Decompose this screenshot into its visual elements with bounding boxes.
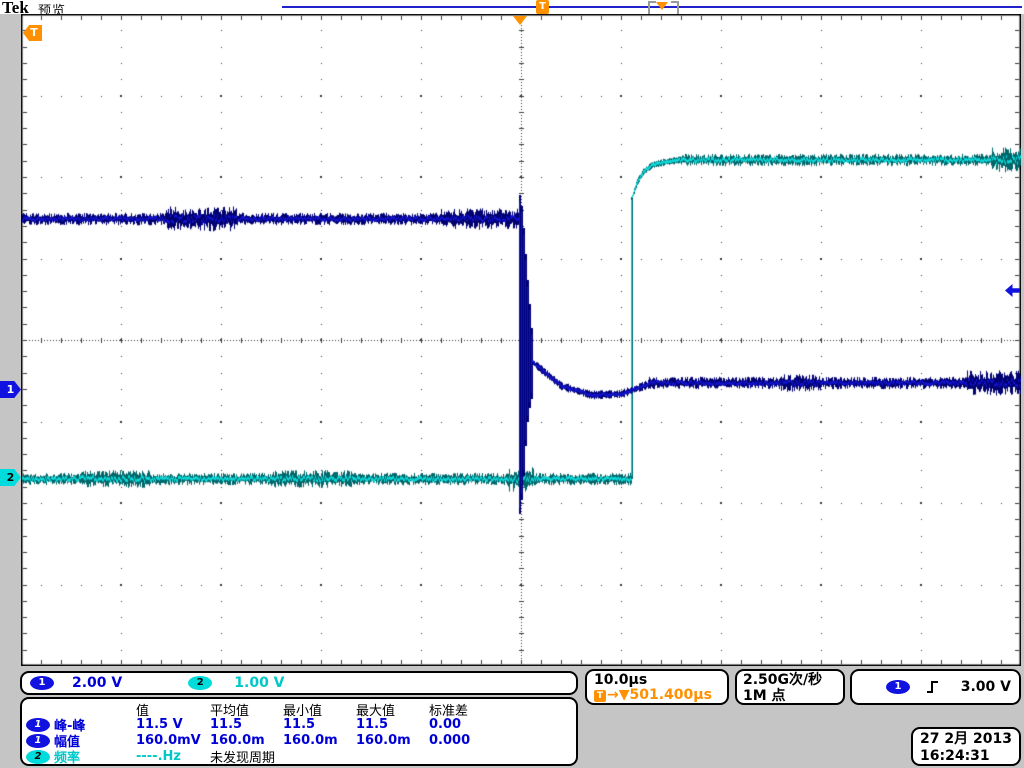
trigger-delay-value: →▼501.400μs [607, 687, 712, 703]
measurement-row-pkpk: 1 峰-峰 11.5 V 11.5 11.5 11.5 0.00 [26, 715, 576, 734]
ch2-badge[interactable]: 2 [188, 676, 213, 690]
time-value: 16:24:31 [920, 748, 990, 764]
measurement-mean: 11.5 [210, 717, 243, 732]
measurement-max: 160.0m [356, 733, 411, 748]
measurement-value: ----.Hz [136, 749, 181, 764]
ch1-badge: 1 [26, 717, 50, 732]
ch1-badge[interactable]: 1 [30, 676, 54, 690]
measurement-min: 160.0m [283, 733, 338, 748]
horizontal-readout[interactable]: 10.0μs T →▼501.400μs [585, 669, 729, 705]
record-points-value: 1M 点 [743, 688, 786, 704]
trigger-level-value: 3.00 V [960, 679, 1011, 695]
trigger-source-badge: 1 [886, 680, 910, 694]
acquisition-readout[interactable]: 2.50G次/秒 1M 点 [735, 669, 845, 705]
measurement-row-frequency: 2 频率 ----.Hz 未发现周期 [26, 747, 576, 766]
ch2-badge: 2 [26, 749, 50, 764]
trigger-t-icon: T [594, 689, 606, 702]
record-trigger-marker[interactable]: T [536, 0, 549, 14]
measurement-panel: 值 平均值 最小值 最大值 标准差 1 峰-峰 11.5 V 11.5 11.5 … [20, 697, 578, 766]
ch2-scale-value: 1.00 V [234, 675, 285, 691]
record-view-bar: Tek 预览 T [0, 0, 1024, 19]
waveform-canvas [21, 14, 1021, 666]
measurement-stddev: 0.000 [429, 733, 471, 748]
measurement-value: 11.5 V [136, 717, 183, 732]
channel-scale-readout[interactable]: 1 2.00 V 2 1.00 V [20, 671, 578, 695]
datetime-readout: 27 2月 2013 16:24:31 [911, 727, 1021, 766]
date-value: 27 2月 2013 [920, 731, 1012, 747]
measurement-stddev: 0.00 [429, 717, 462, 732]
trigger-readout[interactable]: 1 3.00 V [850, 669, 1021, 705]
horizontal-scale-value: 10.0μs [594, 672, 648, 688]
record-expansion-arrow-icon [656, 2, 668, 10]
measurement-min: 11.5 [283, 717, 316, 732]
measurement-header-row: 值 平均值 最小值 最大值 标准差 [26, 700, 576, 719]
measurement-value: 160.0mV [136, 733, 201, 748]
measurement-mean: 160.0m [210, 733, 265, 748]
measurement-note: 未发现周期 [210, 751, 276, 766]
measurement-max: 11.5 [356, 717, 389, 732]
ch1-ground-marker[interactable]: 1 [0, 381, 21, 398]
ch1-badge: 1 [26, 733, 50, 748]
graticule: T [21, 14, 1021, 666]
measurement-name: 频率 [54, 751, 81, 766]
rising-edge-icon [927, 681, 938, 693]
ch2-ground-marker[interactable]: 2 [0, 469, 21, 486]
ch1-scale-value: 2.00 V [72, 675, 123, 691]
sample-rate-value: 2.50G次/秒 [743, 672, 823, 688]
measurement-row-amplitude: 1 幅值 160.0mV 160.0m 160.0m 160.0m 0.000 [26, 731, 576, 750]
trigger-position-arrow-icon[interactable] [513, 16, 527, 25]
